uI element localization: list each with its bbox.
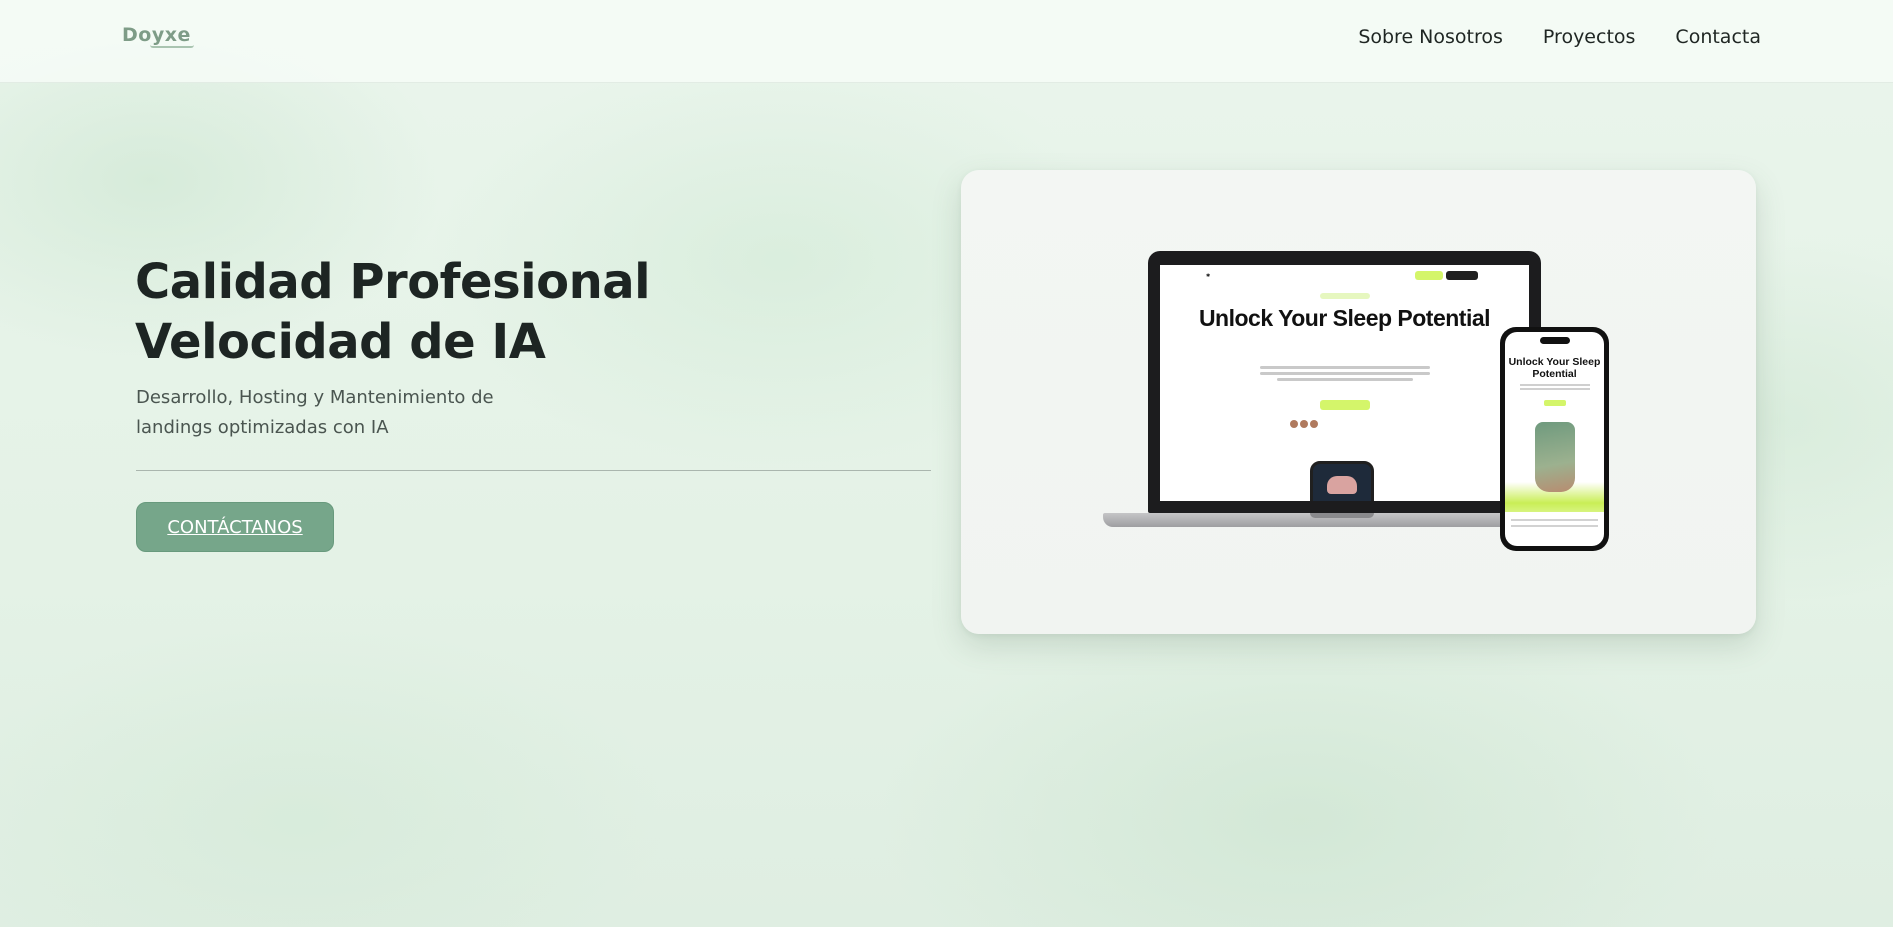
- devices-mockup-card: ✱ Unlock Your Sleep Potential Unlock You…: [961, 170, 1756, 634]
- logo-underline-decoration: [150, 45, 194, 48]
- mockup-headline: Unlock Your Sleep Potential: [1198, 305, 1491, 331]
- laptop-screen: ✱ Unlock Your Sleep Potential: [1160, 265, 1529, 501]
- phone-dynamic-island: [1540, 337, 1570, 344]
- phone-screen: Unlock Your Sleep Potential: [1505, 332, 1604, 546]
- phone-mockup-hand-image: [1535, 422, 1575, 492]
- mockup-cta: [1320, 400, 1370, 410]
- laptop-mockup: ✱ Unlock Your Sleep Potential: [1148, 251, 1541, 513]
- nav-link-contacta[interactable]: Contacta: [1675, 26, 1761, 48]
- hero-subtitle: Desarrollo, Hosting y Mantenimiento de l…: [136, 387, 494, 438]
- phone-mockup: Unlock Your Sleep Potential: [1500, 327, 1609, 551]
- mockup-navbar: ✱: [1160, 265, 1529, 287]
- nav-link-proyectos[interactable]: Proyectos: [1543, 26, 1636, 48]
- hero-title-line-1: Calidad Profesional: [135, 254, 651, 310]
- hero-title-line-2: Velocidad de IA: [135, 314, 546, 370]
- hero-divider: [136, 470, 931, 471]
- mockup-avatars: [1290, 420, 1318, 428]
- mockup-secondary-button: [1446, 271, 1478, 280]
- phone-mockup-footer-lines: [1511, 519, 1598, 531]
- mockup-badge: [1320, 293, 1370, 299]
- contact-cta-button[interactable]: CONTÁCTANOS: [136, 502, 334, 552]
- nav-link-sobre-nosotros[interactable]: Sobre Nosotros: [1358, 26, 1503, 48]
- phone-mockup-cta: [1544, 400, 1566, 406]
- mockup-logo: ✱: [1206, 273, 1211, 279]
- site-header: Doyxe Sobre Nosotros Proyectos Contacta: [0, 0, 1893, 83]
- hero-title: Calidad Profesional Velocidad de IA: [135, 252, 651, 372]
- main-nav: Sobre Nosotros Proyectos Contacta: [1358, 26, 1761, 48]
- mockup-primary-button: [1415, 271, 1443, 280]
- phone-mockup-paragraph: [1520, 384, 1590, 392]
- logo[interactable]: Doyxe: [122, 24, 191, 46]
- mockup-paragraph: [1260, 366, 1430, 384]
- laptop-notch: [1310, 513, 1374, 518]
- mockup-phone-image: [1310, 461, 1374, 501]
- phone-mockup-headline: Unlock Your Sleep Potential: [1508, 356, 1601, 380]
